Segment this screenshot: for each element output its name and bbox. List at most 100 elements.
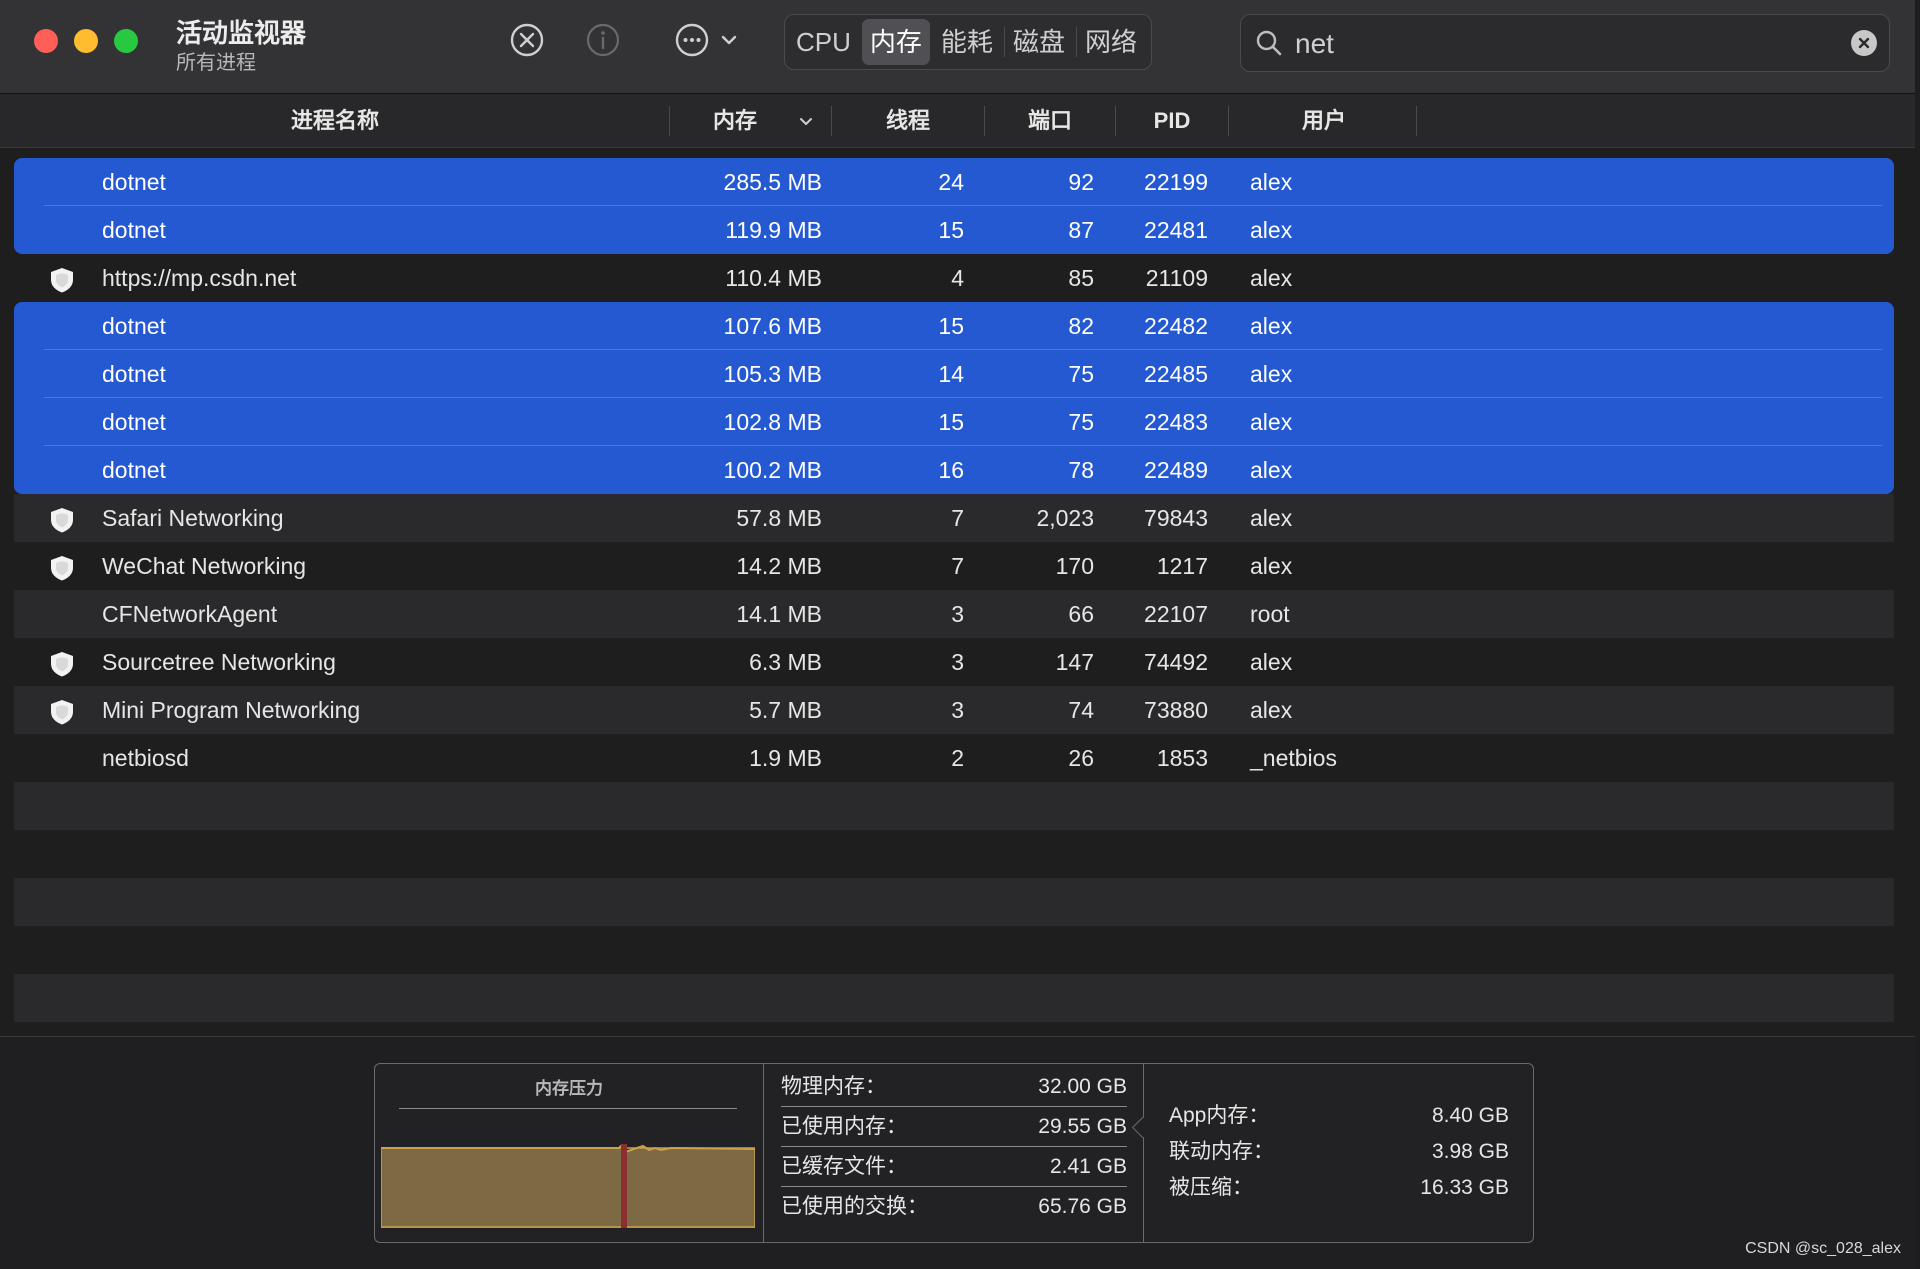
stat-label: App内存： [1169, 1104, 1270, 1127]
more-options-icon [675, 23, 709, 57]
stat-swap-used: 已使用的交换： 65.76 GB [781, 1188, 1127, 1226]
process-user: root [1250, 601, 1290, 627]
process-pid: 22107 [1144, 601, 1208, 627]
table-row[interactable]: https://mp.csdn.net 110.4 MB 4 85 21109 … [14, 254, 1894, 302]
process-pid: 1217 [1156, 553, 1208, 579]
process-pid: 73880 [1144, 697, 1208, 723]
process-memory: 1.9 MB [749, 745, 822, 771]
tab-network[interactable]: 网络 [1077, 19, 1145, 65]
close-icon [1858, 37, 1870, 49]
process-name: dotnet [102, 361, 166, 387]
search-input[interactable] [1293, 21, 1817, 67]
memory-summary-footer: 内存压力 物理内存： 32.00 GB 已使用内存： 29.55 GB 已缓存文… [0, 1036, 1915, 1269]
table-row[interactable]: Sourcetree Networking 6.3 MB 3 147 74492… [14, 638, 1894, 686]
process-pid: 21109 [1145, 265, 1208, 291]
table-row[interactable]: CFNetworkAgent 14.1 MB 3 66 22107 root [14, 590, 1894, 638]
process-memory: 14.1 MB [736, 601, 822, 627]
process-name: https://mp.csdn.net [102, 265, 297, 291]
watermark: CSDN @sc_028_alex [1745, 1240, 1901, 1257]
stat-label: 物理内存： [781, 1075, 886, 1098]
column-header-pid[interactable]: PID [1116, 94, 1228, 147]
tab-bar: CPU 内存 能耗 磁盘 网络 [784, 14, 1152, 70]
stat-value: 16.33 GB [1420, 1176, 1509, 1199]
table-row[interactable]: dotnet 119.9 MB 15 87 22481 alex [14, 206, 1894, 254]
process-ports: 66 [1068, 601, 1094, 627]
process-ports: 2,023 [1036, 505, 1094, 531]
clear-search-button[interactable] [1851, 30, 1877, 56]
process-ports: 87 [1068, 217, 1094, 243]
table-row[interactable]: dotnet 105.3 MB 14 75 22485 alex [14, 350, 1894, 398]
process-memory: 100.2 MB [723, 457, 822, 483]
table-row[interactable]: dotnet 107.6 MB 15 82 22482 alex [14, 302, 1894, 350]
column-divider[interactable] [1416, 106, 1417, 136]
stop-process-button[interactable] [507, 20, 547, 60]
process-name: CFNetworkAgent [102, 601, 278, 627]
minimize-window-button[interactable] [74, 29, 98, 53]
process-name: dotnet [102, 313, 166, 339]
process-name: dotnet [102, 457, 166, 483]
process-threads: 3 [951, 649, 964, 675]
stat-label: 已缓存文件： [781, 1155, 907, 1178]
table-row[interactable]: Mini Program Networking 5.7 MB 3 74 7388… [14, 686, 1894, 734]
process-memory: 57.8 MB [736, 505, 822, 531]
process-memory: 119.9 MB [725, 217, 822, 243]
table-row[interactable]: netbiosd 1.9 MB 2 26 1853 _netbios [14, 734, 1894, 782]
column-header-memory[interactable]: 内存 [670, 94, 800, 147]
tab-memory[interactable]: 内存 [861, 19, 930, 65]
close-window-button[interactable] [34, 29, 58, 53]
process-user: _netbios [1250, 745, 1337, 771]
table-row[interactable]: dotnet 100.2 MB 16 78 22489 alex [14, 446, 1894, 494]
process-name: dotnet [102, 217, 166, 243]
process-pid: 74492 [1144, 649, 1208, 675]
table-row[interactable]: Safari Networking 57.8 MB 7 2,023 79843 … [14, 494, 1894, 542]
search-field[interactable] [1240, 14, 1890, 72]
shield-icon [51, 556, 73, 581]
process-user: alex [1250, 217, 1293, 243]
process-pid: 79843 [1144, 505, 1208, 531]
table-row[interactable]: dotnet 102.8 MB 15 75 22483 alex [14, 398, 1894, 446]
info-button[interactable] [583, 20, 623, 60]
process-pid: 22483 [1144, 409, 1208, 435]
column-header-user[interactable]: 用户 [1229, 94, 1419, 147]
stat-value: 32.00 GB [1038, 1075, 1127, 1098]
shield-icon [51, 652, 73, 677]
table-header: 进程名称 内存 线程 端口 PID 用户 [0, 94, 1915, 148]
memory-stats-section: 物理内存： 32.00 GB 已使用内存： 29.55 GB 已缓存文件： 2.… [765, 1064, 1144, 1242]
column-header-threads[interactable]: 线程 [832, 94, 984, 147]
process-threads: 14 [938, 361, 964, 387]
search-icon [1256, 30, 1282, 56]
process-memory: 5.7 MB [749, 697, 822, 723]
table-row[interactable]: dotnet 285.5 MB 24 92 22199 alex [14, 158, 1894, 206]
process-ports: 85 [1068, 265, 1094, 291]
process-pid: 1853 [1156, 745, 1208, 771]
process-memory: 105.3 MB [723, 361, 822, 387]
tab-energy[interactable]: 能耗 [933, 19, 1001, 65]
tab-cpu[interactable]: CPU [788, 19, 859, 65]
stop-process-icon [510, 23, 544, 57]
column-header-ports[interactable]: 端口 [985, 94, 1115, 147]
process-table: dotnet 285.5 MB 24 92 22199 alex dotnet … [14, 158, 1894, 1022]
process-name: netbiosd [102, 745, 189, 771]
process-pid: 22199 [1144, 169, 1208, 195]
tab-disk[interactable]: 磁盘 [1005, 19, 1073, 65]
empty-row [14, 878, 1894, 926]
process-memory: 102.8 MB [723, 409, 822, 435]
shield-icon [51, 700, 73, 725]
column-header-name[interactable]: 进程名称 [0, 94, 670, 147]
process-memory: 14.2 MB [736, 553, 822, 579]
process-pid: 22481 [1144, 217, 1208, 243]
process-user: alex [1250, 553, 1293, 579]
table-row[interactable]: WeChat Networking 14.2 MB 7 170 1217 ale… [14, 542, 1894, 590]
window-title: 活动监视器 [176, 18, 307, 48]
process-ports: 26 [1068, 745, 1094, 771]
process-user: alex [1250, 505, 1293, 531]
process-threads: 3 [951, 601, 964, 627]
shield-icon [51, 508, 73, 533]
zoom-window-button[interactable] [114, 29, 138, 53]
memory-breakdown-section: App内存： 8.40 GB 联动内存： 3.98 GB 被压缩： 16.33 … [1143, 1064, 1533, 1242]
more-options-button[interactable] [666, 20, 746, 60]
process-ports: 82 [1068, 313, 1094, 339]
stat-physical-memory: 物理内存： 32.00 GB [781, 1068, 1127, 1107]
stat-cached-files: 已缓存文件： 2.41 GB [781, 1148, 1127, 1187]
process-pid: 22485 [1144, 361, 1208, 387]
